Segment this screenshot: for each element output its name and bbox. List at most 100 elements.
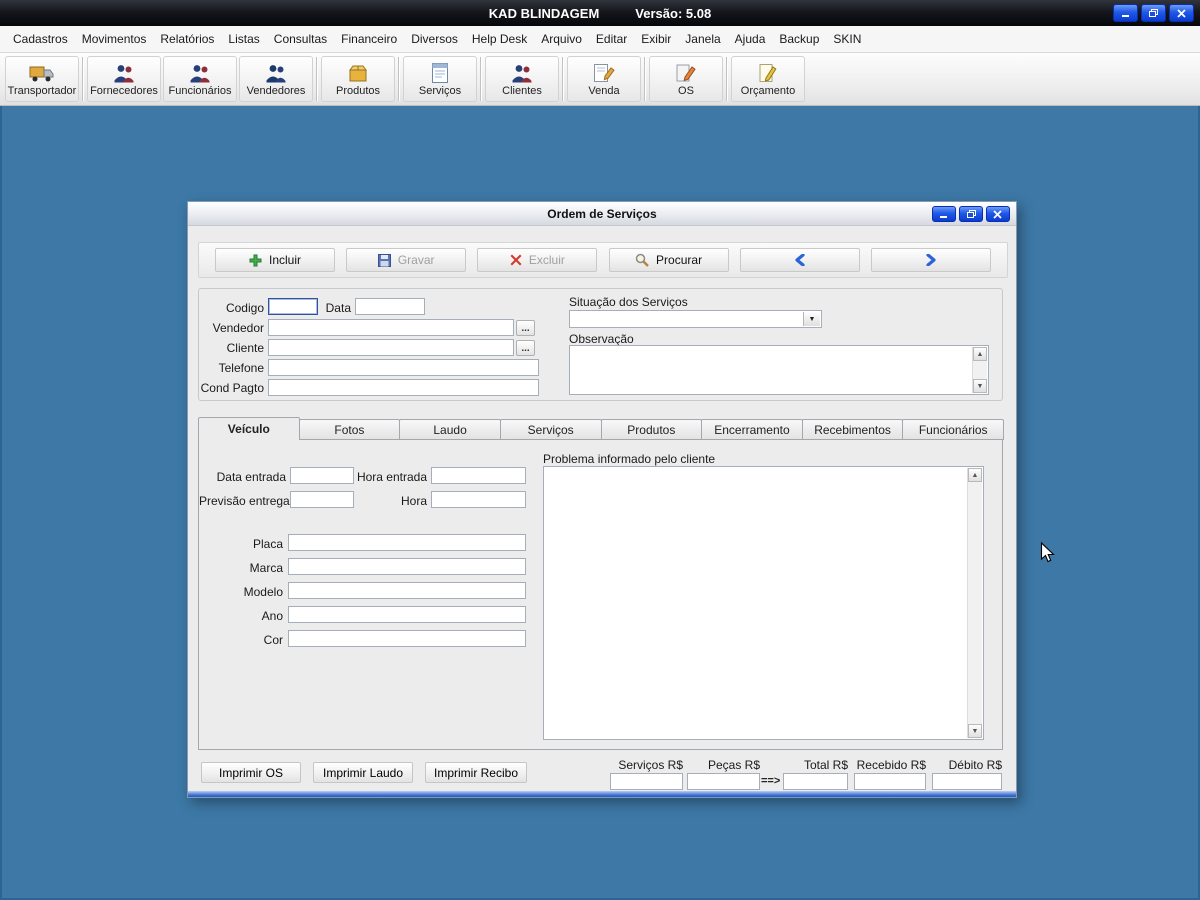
scroll-down-icon[interactable]: ▼ (968, 724, 982, 738)
total-label: Total R$ (778, 758, 848, 772)
maximize-button[interactable] (1141, 4, 1166, 22)
recebido-input[interactable] (854, 773, 926, 790)
menu-item-arquivo[interactable]: Arquivo (534, 28, 589, 50)
menu-item-consultas[interactable]: Consultas (267, 28, 334, 50)
servicos-total-input[interactable] (610, 773, 683, 790)
tab-fotos[interactable]: Fotos (299, 419, 401, 440)
scroll-down-icon[interactable]: ▼ (973, 379, 987, 393)
tab-recebimentos[interactable]: Recebimentos (802, 419, 904, 440)
mouse-cursor (1040, 542, 1056, 567)
close-button[interactable] (986, 206, 1010, 222)
tab-funcionarios[interactable]: Funcionários (902, 419, 1004, 440)
observacao-textarea[interactable]: ▲ ▼ (569, 345, 989, 395)
arrow-right-icon (925, 254, 937, 266)
document-pencil-icon (593, 62, 615, 84)
menu-item-movimentos[interactable]: Movimentos (75, 28, 154, 50)
placa-input[interactable] (288, 534, 526, 551)
modelo-input[interactable] (288, 582, 526, 599)
cliente-input[interactable] (268, 339, 514, 356)
chevron-down-icon[interactable]: ▼ (803, 312, 820, 326)
tab-produtos[interactable]: Produtos (601, 419, 703, 440)
observacao-scrollbar[interactable]: ▲ ▼ (972, 347, 987, 393)
procurar-label: Procurar (656, 253, 702, 267)
toolbar-button-label: Produtos (336, 85, 380, 97)
tab-servicos[interactable]: Serviços (500, 419, 602, 440)
cond-pagto-input[interactable] (268, 379, 539, 396)
menu-item-skin[interactable]: SKIN (826, 28, 868, 50)
toolbar-button-os[interactable]: OS (649, 56, 723, 102)
minimize-button[interactable] (1113, 4, 1138, 22)
app-title: KAD BLINDAGEM (489, 6, 600, 21)
toolbar-separator (316, 57, 318, 101)
menu-item-financeiro[interactable]: Financeiro (334, 28, 404, 50)
toolbar-button-clientes[interactable]: Clientes (485, 56, 559, 102)
procurar-button[interactable]: Procurar (609, 248, 729, 272)
save-icon (378, 254, 391, 267)
tab-veiculo[interactable]: Veículo (198, 417, 300, 440)
hora-entrada-input[interactable] (431, 467, 526, 484)
menu-item-listas[interactable]: Listas (221, 28, 266, 50)
delete-icon (510, 254, 522, 266)
imprimir-recibo-button[interactable]: Imprimir Recibo (425, 762, 527, 783)
menu-item-editar[interactable]: Editar (589, 28, 634, 50)
toolbar-button-produtos[interactable]: Produtos (321, 56, 395, 102)
cliente-browse-button[interactable]: ... (516, 340, 535, 356)
problema-textarea[interactable]: ▲ ▼ (543, 466, 984, 740)
close-button[interactable] (1169, 4, 1194, 22)
pecas-total-input[interactable] (687, 773, 760, 790)
search-icon (635, 253, 649, 267)
os-window-controls (932, 206, 1010, 222)
debito-label: Débito R$ (932, 758, 1002, 772)
tab-encerramento[interactable]: Encerramento (701, 419, 803, 440)
plus-icon (249, 254, 262, 267)
total-input[interactable] (783, 773, 848, 790)
menu-item-cadastros[interactable]: Cadastros (6, 28, 75, 50)
menu-item-diversos[interactable]: Diversos (404, 28, 465, 50)
toolbar-button-label: Serviços (419, 85, 461, 97)
situacao-combobox[interactable]: ▼ (569, 310, 822, 328)
cliente-label: Cliente (204, 341, 264, 355)
toolbar-button-vendedores[interactable]: Vendedores (239, 56, 313, 102)
menu-item-exibir[interactable]: Exibir (634, 28, 678, 50)
data-entrada-input[interactable] (290, 467, 354, 484)
menu-item-help-desk[interactable]: Help Desk (465, 28, 534, 50)
toolbar-button-transportador[interactable]: Transportador (5, 56, 79, 102)
excluir-button[interactable]: Excluir (477, 248, 597, 272)
marca-input[interactable] (288, 558, 526, 575)
vendedor-input[interactable] (268, 319, 514, 336)
hora-input[interactable] (431, 491, 526, 508)
ano-input[interactable] (288, 606, 526, 623)
previous-record-button[interactable] (740, 248, 860, 272)
scroll-up-icon[interactable]: ▲ (968, 468, 982, 482)
toolbar-button-funcionarios[interactable]: Funcionários (163, 56, 237, 102)
toolbar-button-servicos[interactable]: Serviços (403, 56, 477, 102)
telefone-input[interactable] (268, 359, 539, 376)
debito-input[interactable] (932, 773, 1002, 790)
problema-scrollbar[interactable]: ▲ ▼ (967, 468, 982, 738)
imprimir-laudo-button[interactable]: Imprimir Laudo (313, 762, 413, 783)
menu-item-relatorios[interactable]: Relatórios (153, 28, 221, 50)
next-record-button[interactable] (871, 248, 991, 272)
gravar-button[interactable]: Gravar (346, 248, 466, 272)
incluir-button[interactable]: Incluir (215, 248, 335, 272)
cor-input[interactable] (288, 630, 526, 647)
scroll-up-icon[interactable]: ▲ (973, 347, 987, 361)
menu-item-backup[interactable]: Backup (772, 28, 826, 50)
toolbar-button-fornecedores[interactable]: Fornecedores (87, 56, 161, 102)
servicos-total-label: Serviços R$ (613, 758, 683, 772)
menu-item-ajuda[interactable]: Ajuda (728, 28, 773, 50)
arrow-left-icon (794, 254, 806, 266)
maximize-button[interactable] (959, 206, 983, 222)
codigo-input[interactable] (268, 298, 318, 315)
imprimir-os-button[interactable]: Imprimir OS (201, 762, 301, 783)
people-icon (264, 62, 288, 84)
people-icon (188, 62, 212, 84)
minimize-button[interactable] (932, 206, 956, 222)
toolbar-button-orcamento[interactable]: Orçamento (731, 56, 805, 102)
menu-item-janela[interactable]: Janela (678, 28, 727, 50)
toolbar-button-venda[interactable]: Venda (567, 56, 641, 102)
data-input[interactable] (355, 298, 425, 315)
tab-laudo[interactable]: Laudo (399, 419, 501, 440)
previsao-entrega-input[interactable] (290, 491, 354, 508)
vendedor-browse-button[interactable]: ... (516, 320, 535, 336)
